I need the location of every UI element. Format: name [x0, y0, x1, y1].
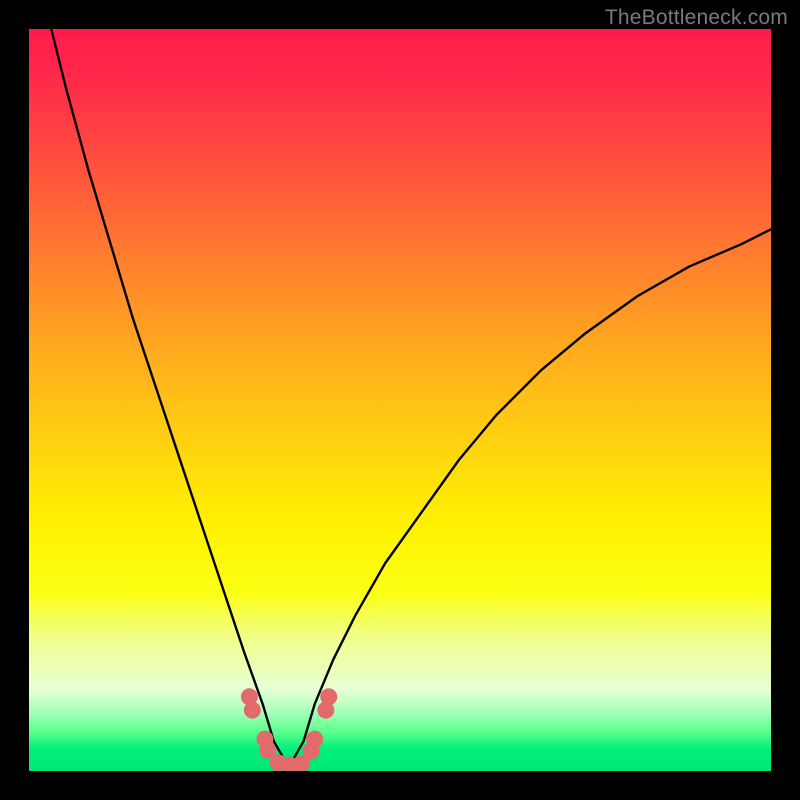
curve-markers — [241, 688, 337, 771]
bottleneck-curve — [51, 29, 771, 767]
curve-marker — [320, 688, 337, 705]
watermark-text: TheBottleneck.com — [605, 6, 788, 30]
curve-marker — [244, 702, 261, 719]
chart-frame: TheBottleneck.com — [0, 0, 800, 800]
curve-marker — [306, 731, 323, 748]
chart-overlay — [29, 29, 771, 771]
